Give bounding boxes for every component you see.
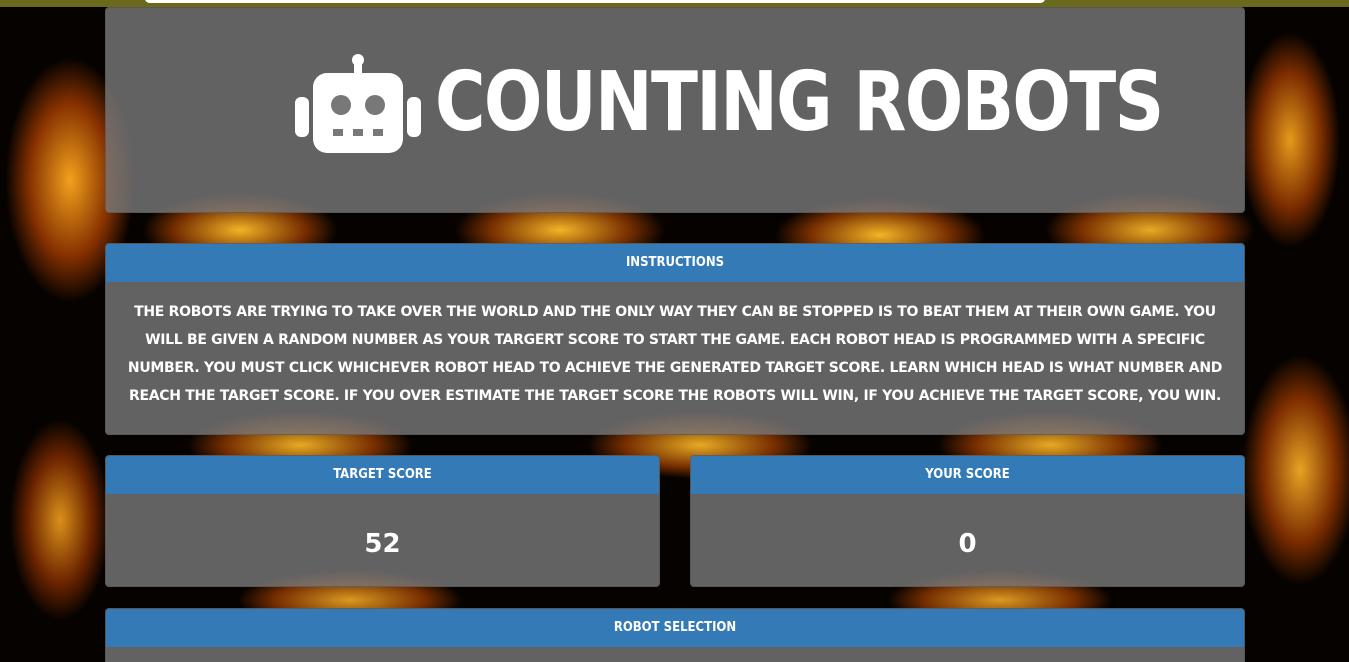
title-row: COUNTING ROBOTS xyxy=(106,48,1244,158)
instructions-text: THE ROBOTS ARE TRYING TO TAKE OVER THE W… xyxy=(127,304,1223,404)
target-score-panel: TARGET SCORE 52 xyxy=(105,455,660,587)
your-score-value: 0 xyxy=(958,529,977,559)
header-panel: COUNTING ROBOTS xyxy=(105,7,1245,213)
robot-selection-panel: ROBOT SELECTION xyxy=(105,608,1245,662)
instructions-panel: INSTRUCTIONS THE ROBOTS ARE TRYING TO TA… xyxy=(105,243,1245,435)
top-bar xyxy=(0,0,1349,7)
your-score-panel: YOUR SCORE 0 xyxy=(690,455,1245,587)
your-score-heading: YOUR SCORE xyxy=(691,456,1244,494)
page-title: COUNTING ROBOTS xyxy=(435,55,1164,150)
top-bar-pill xyxy=(145,0,1045,3)
target-score-value: 52 xyxy=(364,529,401,559)
instructions-heading: INSTRUCTIONS xyxy=(106,244,1244,282)
target-score-heading: TARGET SCORE xyxy=(106,456,659,494)
robot-icon xyxy=(295,54,421,153)
robot-selection-heading: ROBOT SELECTION xyxy=(106,609,1244,647)
